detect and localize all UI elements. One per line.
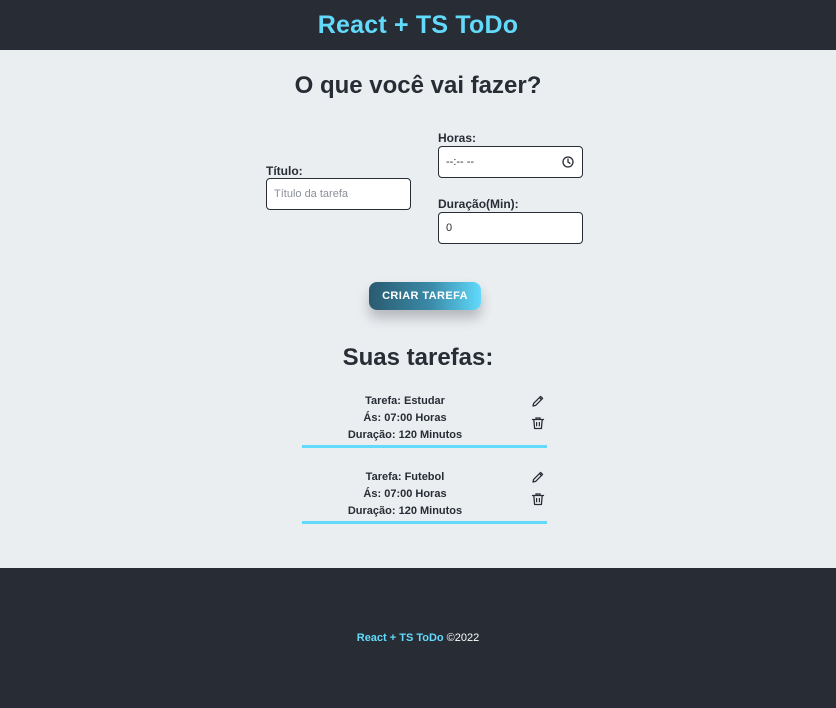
- duration-input[interactable]: 0: [438, 212, 583, 244]
- task-time: Ás: 07:00 Horas: [363, 412, 447, 424]
- task-title: Tarefa: Futebol: [365, 471, 445, 483]
- trash-icon[interactable]: [531, 416, 545, 430]
- task-time: Ás: 07:00 Horas: [363, 488, 447, 500]
- app-header: React + TS ToDo: [0, 0, 836, 50]
- clock-icon[interactable]: [562, 156, 574, 168]
- form-heading: O que você vai fazer?: [294, 72, 542, 99]
- hours-value: --:-- --: [446, 156, 475, 168]
- create-task-button[interactable]: CRIAR TAREFA: [369, 282, 481, 310]
- title-input[interactable]: Título da tarefa: [266, 178, 411, 210]
- task-title: Tarefa: Estudar: [365, 395, 445, 407]
- hours-label: Horas:: [438, 131, 477, 145]
- title-label: Título:: [266, 164, 303, 178]
- footer-brand: React + TS ToDo: [356, 632, 444, 644]
- app-title: React + TS ToDo: [317, 10, 519, 39]
- footer-copyright: ©2022: [446, 632, 480, 644]
- trash-icon[interactable]: [531, 492, 545, 506]
- task-duration: Duração: 120 Minutos: [347, 505, 463, 517]
- duration-label: Duração(Min):: [438, 197, 519, 211]
- task-duration: Duração: 120 Minutos: [347, 429, 463, 441]
- task-item: Tarefa: Futebol Ás: 07:00 Horas Duração:…: [302, 469, 547, 524]
- hours-input[interactable]: --:-- --: [438, 146, 583, 178]
- edit-icon[interactable]: [531, 470, 545, 484]
- main-content: O que você vai fazer? Título: Título da …: [0, 50, 836, 568]
- task-item: Tarefa: Estudar Ás: 07:00 Horas Duração:…: [302, 393, 547, 448]
- title-placeholder: Título da tarefa: [274, 188, 348, 200]
- edit-icon[interactable]: [531, 394, 545, 408]
- duration-value: 0: [446, 222, 453, 234]
- app-footer: React + TS ToDo ©2022: [0, 568, 836, 708]
- tasks-heading: Suas tarefas:: [342, 344, 494, 371]
